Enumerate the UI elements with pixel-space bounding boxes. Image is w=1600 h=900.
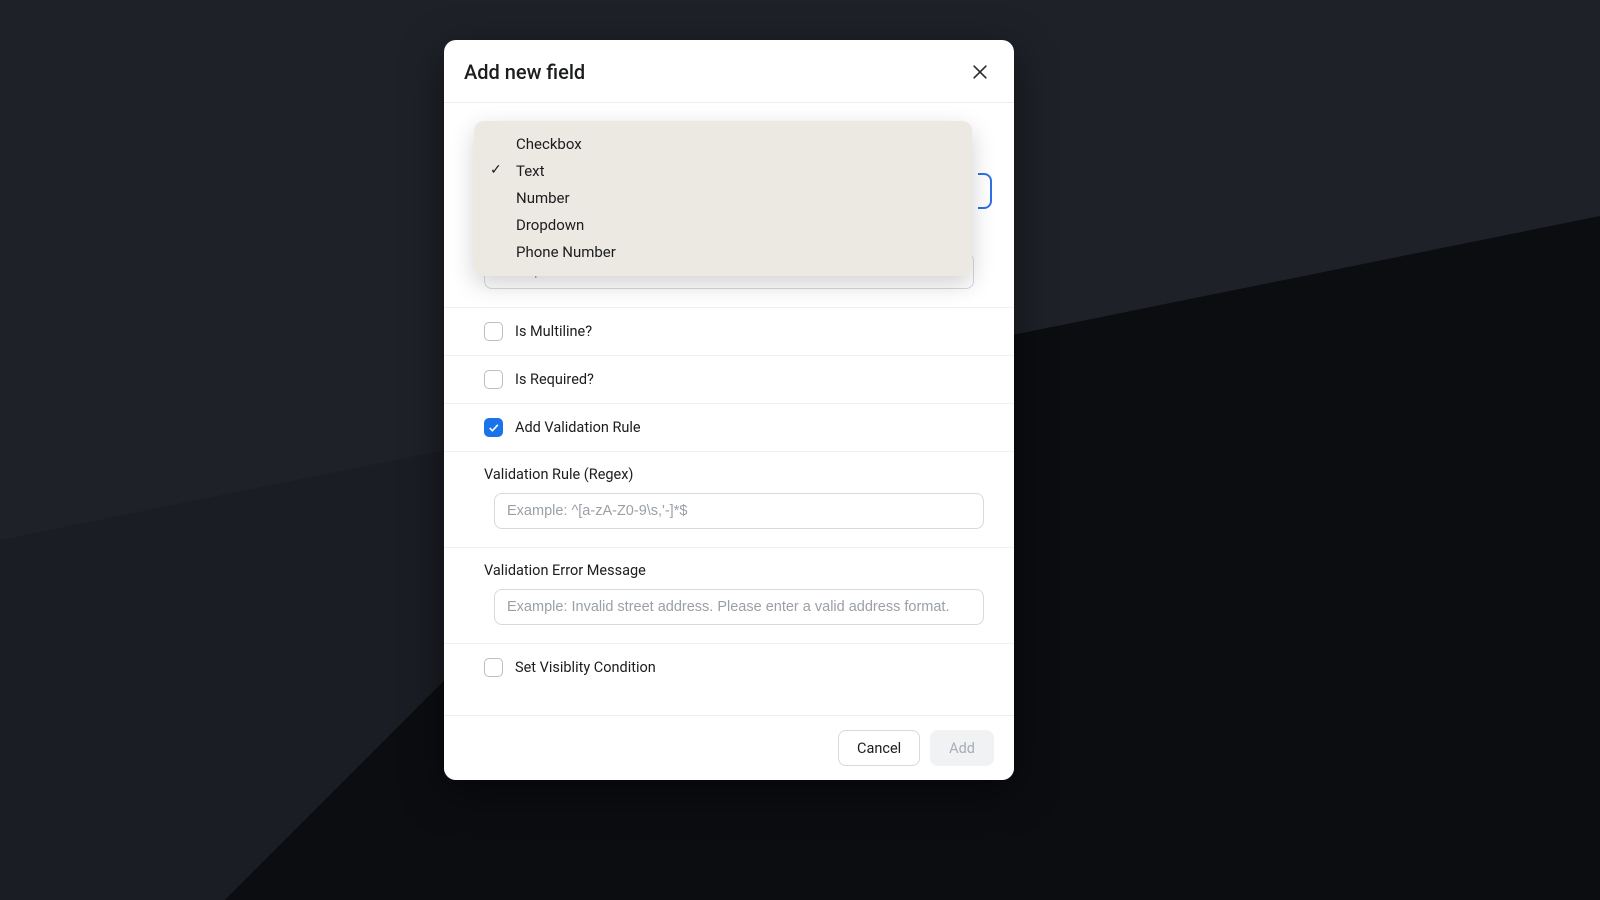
add-button[interactable]: Add bbox=[930, 730, 994, 766]
set-visibility-label: Set Visiblity Condition bbox=[515, 659, 656, 676]
dropdown-option-label: Checkbox bbox=[516, 135, 582, 153]
field-type-select[interactable] bbox=[978, 173, 992, 209]
add-validation-row: Add Validation Rule bbox=[444, 404, 1014, 452]
dropdown-option-text[interactable]: ✓ Text bbox=[474, 158, 972, 185]
modal-body: Checkbox ✓ Text Number Dropdown Phone Nu… bbox=[444, 103, 1014, 715]
set-visibility-checkbox[interactable] bbox=[484, 658, 503, 677]
dropdown-option-label: Text bbox=[516, 162, 545, 180]
is-required-label: Is Required? bbox=[515, 371, 594, 388]
dropdown-option-label: Phone Number bbox=[516, 243, 616, 261]
cancel-button[interactable]: Cancel bbox=[838, 730, 920, 766]
field-type-dropdown[interactable]: Checkbox ✓ Text Number Dropdown Phone Nu… bbox=[474, 121, 972, 276]
dropdown-option-dropdown[interactable]: Dropdown bbox=[474, 212, 972, 239]
is-multiline-checkbox[interactable] bbox=[484, 322, 503, 341]
close-button[interactable] bbox=[966, 58, 994, 86]
validation-error-section: Validation Error Message bbox=[444, 548, 1014, 644]
validation-error-label: Validation Error Message bbox=[484, 562, 994, 579]
dropdown-option-label: Number bbox=[516, 189, 570, 207]
is-required-row: Is Required? bbox=[444, 356, 1014, 404]
validation-rule-label: Validation Rule (Regex) bbox=[484, 466, 994, 483]
modal-header: Add new field bbox=[444, 40, 1014, 103]
dropdown-option-number[interactable]: Number bbox=[474, 185, 972, 212]
add-button-label: Add bbox=[949, 740, 975, 757]
is-required-checkbox[interactable] bbox=[484, 370, 503, 389]
modal-footer: Cancel Add bbox=[444, 715, 1014, 780]
dropdown-option-checkbox[interactable]: Checkbox bbox=[474, 131, 972, 158]
add-validation-label: Add Validation Rule bbox=[515, 419, 641, 436]
modal-title: Add new field bbox=[464, 60, 585, 84]
is-multiline-label: Is Multiline? bbox=[515, 323, 592, 340]
close-icon bbox=[970, 62, 990, 82]
add-validation-checkbox[interactable] bbox=[484, 418, 503, 437]
validation-rule-section: Validation Rule (Regex) bbox=[444, 452, 1014, 548]
validation-rule-input[interactable] bbox=[494, 493, 984, 529]
dropdown-option-label: Dropdown bbox=[516, 216, 584, 234]
validation-error-input[interactable] bbox=[494, 589, 984, 625]
checkmark-icon bbox=[487, 421, 500, 434]
cancel-button-label: Cancel bbox=[857, 740, 901, 757]
set-visibility-row: Set Visiblity Condition bbox=[444, 644, 1014, 685]
check-icon: ✓ bbox=[490, 161, 502, 181]
is-multiline-row: Is Multiline? bbox=[444, 308, 1014, 356]
add-field-modal: Add new field Checkbox ✓ Text Number Dro bbox=[444, 40, 1014, 780]
dropdown-option-phone[interactable]: Phone Number bbox=[474, 239, 972, 266]
